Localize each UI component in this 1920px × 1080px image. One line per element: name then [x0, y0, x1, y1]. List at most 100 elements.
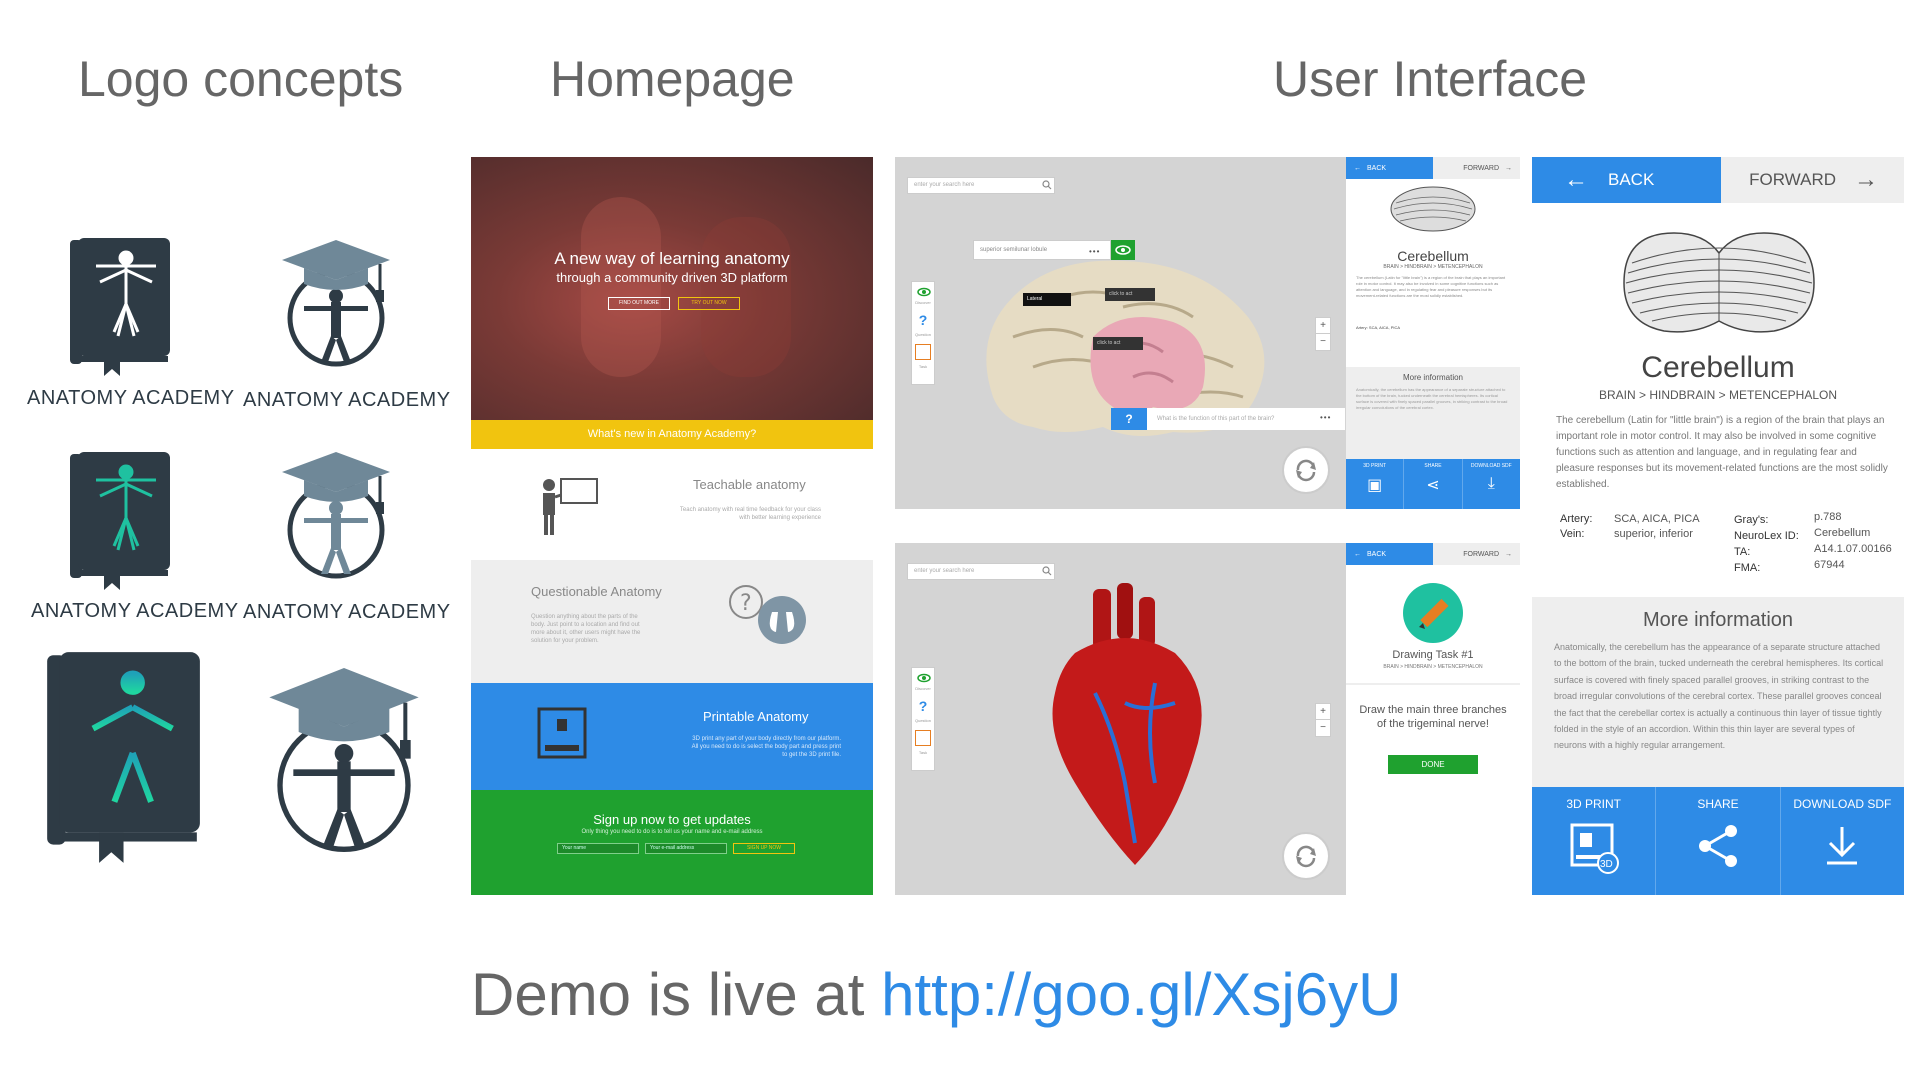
teacher-icon: [543, 478, 598, 535]
find-out-more-button[interactable]: FIND OUT MORE: [608, 297, 670, 310]
question-icon[interactable]: ?: [912, 312, 934, 328]
download-icon: ⤓: [1487, 475, 1495, 492]
search-icon[interactable]: [1042, 180, 1052, 190]
artery-key: Artery:: [1560, 513, 1593, 525]
click-to-act-label[interactable]: click to act: [1105, 288, 1155, 301]
eye-button[interactable]: [1111, 240, 1135, 260]
forward-label: FORWARD: [1463, 164, 1499, 172]
homepage-heading: Homepage: [550, 51, 795, 107]
teachable-section: Teachable anatomy Teach anatomy with rea…: [471, 449, 873, 559]
logo-label: ANATOMY ACADEMY: [31, 600, 239, 622]
printable-text: 3D print any part of your body directly …: [691, 736, 841, 758]
back-button[interactable]: ← BACK: [1346, 157, 1433, 179]
search-icon[interactable]: [1042, 566, 1052, 576]
svg-text:3D: 3D: [1600, 859, 1613, 870]
more-info-text: Anatomically, the cerebellum has the app…: [1554, 642, 1884, 751]
neurolex-value: Cerebellum: [1814, 527, 1871, 539]
pencil-button[interactable]: [1403, 583, 1463, 643]
share-icon: [1698, 825, 1737, 867]
more-options-icon[interactable]: •••: [1089, 247, 1100, 256]
task-icon[interactable]: [915, 730, 931, 746]
artery-key: Artery:: [1356, 325, 1368, 330]
pencil-icon: [1419, 598, 1449, 629]
tool-panel: Discover ? Question Task: [911, 667, 935, 771]
rotate-button[interactable]: [1282, 446, 1330, 494]
demo-link[interactable]: http://goo.gl/Xsj6yU: [881, 961, 1401, 1028]
question-icon[interactable]: ?: [912, 698, 934, 714]
more-options-icon[interactable]: •••: [1320, 413, 1331, 422]
click-to-act-label[interactable]: click to act: [1093, 337, 1143, 350]
eye-icon[interactable]: [916, 672, 932, 684]
zoom-control[interactable]: + −: [1315, 317, 1331, 351]
cerebellum-info-panel: ← BACK FORWARD → Cerebellum BRAIN > HINDBR…: [1346, 157, 1520, 509]
zoom-in-button[interactable]: +: [1316, 318, 1330, 334]
try-out-now-button[interactable]: TRY OUT NOW: [678, 297, 740, 310]
heart-3d-model[interactable]: [1035, 583, 1215, 873]
task-number: #1: [1461, 649, 1474, 661]
3d-print-label: 3D PRINT: [1363, 463, 1387, 469]
download-sdf-button[interactable]: DOWNLOAD SDF ⤓: [1463, 459, 1520, 509]
forward-button[interactable]: FORWARD →: [1721, 157, 1904, 203]
zoom-out-button[interactable]: −: [1316, 334, 1330, 350]
nav-bar: ← BACK FORWARD →: [1346, 157, 1520, 179]
rotate-icon: [1296, 845, 1316, 868]
3d-print-icon: ▣: [1367, 477, 1383, 494]
back-button[interactable]: ← BACK: [1346, 543, 1433, 565]
graduation-cap-logo-large-icon: [269, 668, 419, 852]
download-icon: [1827, 827, 1858, 865]
download-sdf-button[interactable]: DOWNLOAD SDF: [1781, 787, 1904, 895]
back-button[interactable]: ← BACK: [1532, 157, 1721, 203]
logo-label: ANATOMY ACADEMY: [243, 601, 451, 623]
search-input[interactable]: enter your search here: [907, 563, 1055, 580]
brain-viewport[interactable]: enter your search here superior semiluna…: [895, 157, 1346, 509]
share-label: SHARE: [1697, 797, 1739, 811]
structure-path: BRAIN > HINDBRAIN > METENCEPHALON: [1598, 388, 1838, 402]
3d-print-button[interactable]: 3D PRINT 3D: [1532, 787, 1657, 895]
logo-label: ANATOMY ACADEMY: [243, 389, 451, 411]
arrow-right-icon: →: [1505, 164, 1512, 172]
grays-value: p.788: [1814, 511, 1842, 523]
nav-bar: ← BACK FORWARD →: [1532, 157, 1904, 203]
share-button[interactable]: SHARE ⋖: [1404, 459, 1463, 509]
forward-label: FORWARD: [1463, 550, 1499, 558]
download-sdf-label: DOWNLOAD SDF: [1470, 463, 1512, 469]
zoom-out-button[interactable]: −: [1316, 720, 1330, 736]
question-input[interactable]: What is the function of this part of the…: [1147, 408, 1345, 430]
signup-section: Sign up now to get updates Only thing yo…: [471, 790, 873, 895]
signup-title: Sign up now to get updates: [593, 812, 751, 827]
questionable-text: Question anything about the parts of the…: [531, 614, 641, 644]
arrow-right-icon: →: [1505, 550, 1512, 558]
question-button[interactable]: ?: [1111, 408, 1147, 430]
structure-description: The cerebellum (Latin for "little brain"…: [1556, 415, 1888, 490]
forward-button[interactable]: FORWARD →: [1433, 157, 1520, 179]
more-info-title: More information: [1642, 609, 1794, 631]
arrow-left-icon: ←: [1564, 166, 1588, 193]
teachable-text: Teach anatomy with real time feedback fo…: [679, 507, 821, 521]
name-input[interactable]: Your name: [557, 843, 639, 854]
sign-up-button[interactable]: SIGN UP NOW: [733, 843, 795, 854]
task-icon[interactable]: [915, 344, 931, 360]
rotate-button[interactable]: [1282, 832, 1330, 880]
lateral-label[interactable]: Lateral: [1023, 293, 1071, 306]
fma-value: 67944: [1814, 559, 1845, 571]
whats-new-banner: What's new in Anatomy Academy?: [471, 420, 873, 449]
done-button[interactable]: DONE: [1388, 755, 1478, 774]
ta-key: TA:: [1734, 546, 1751, 558]
tool-task-label: Task: [918, 750, 928, 755]
search-input[interactable]: enter your search here: [907, 177, 1055, 194]
more-info-section: More information Anatomically, the cereb…: [1532, 597, 1904, 789]
task-instructions: Draw the main three branches of the trig…: [1359, 704, 1507, 730]
arrow-right-icon: →: [1854, 166, 1878, 193]
forward-button[interactable]: FORWARD →: [1433, 543, 1520, 565]
eye-icon[interactable]: [916, 286, 932, 298]
hero-anatomy-image: [581, 197, 661, 377]
svg-text:?: ?: [740, 591, 752, 616]
zoom-in-button[interactable]: +: [1316, 704, 1330, 720]
structure-name: Cerebellum: [1641, 351, 1795, 384]
email-input[interactable]: Your e-mail address: [645, 843, 727, 854]
zoom-control[interactable]: + −: [1315, 703, 1331, 737]
heart-viewport[interactable]: enter your search here Discover ? Questi…: [895, 543, 1346, 895]
3d-print-button[interactable]: 3D PRINT ▣: [1346, 459, 1405, 509]
arrow-left-icon: ←: [1354, 164, 1361, 172]
share-button[interactable]: SHARE: [1656, 787, 1781, 895]
